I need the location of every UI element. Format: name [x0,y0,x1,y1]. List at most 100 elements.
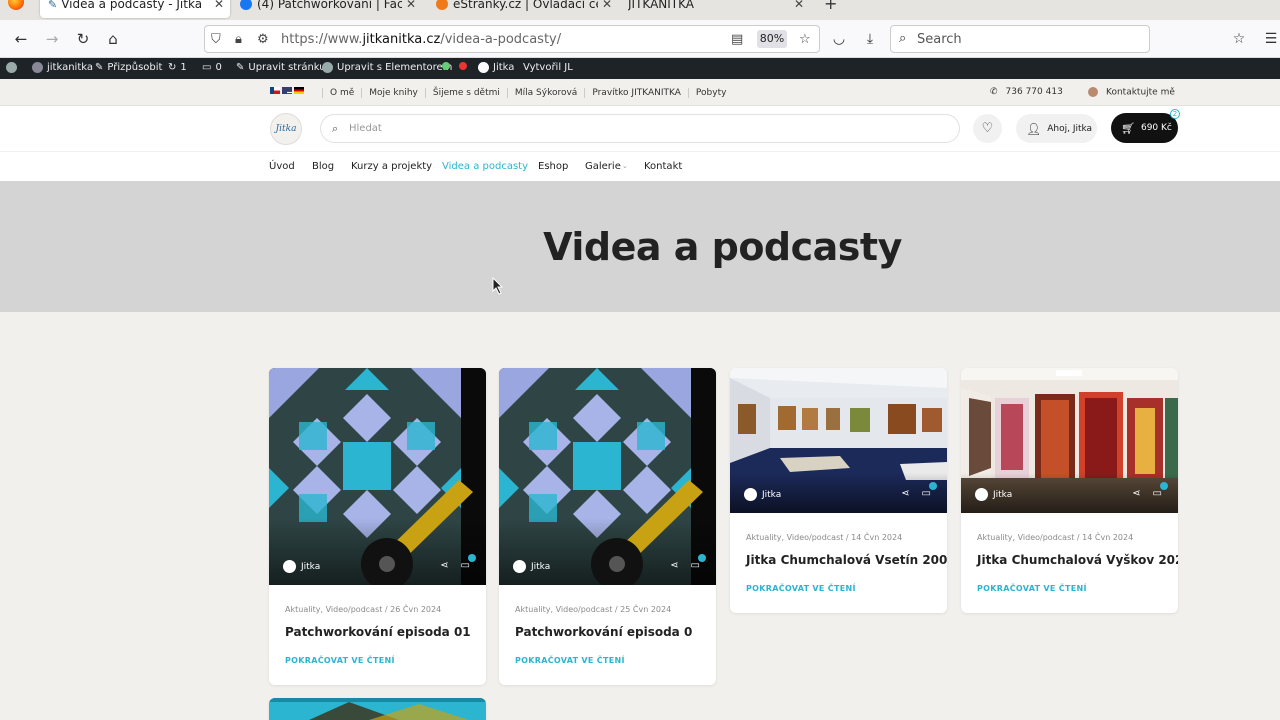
post-author[interactable]: Jitka [283,560,320,573]
site-search-input[interactable]: ⌕ Hledat [320,114,960,143]
wp-created-by[interactable]: Vytvořil JL [523,62,573,73]
post-card[interactable]: Jitka ⋖ ▭ Aktuality, Video/podcast / 26 Č… [269,368,486,685]
menu-item-gallery[interactable]: Galerie [585,161,621,172]
post-title[interactable]: Patchworkování episoda 01 [285,625,471,639]
menu-item-contact[interactable]: Kontakt [644,161,682,172]
new-tab-icon[interactable]: + [824,0,837,13]
extensions-icon[interactable]: ☆ [1230,30,1248,48]
shield-icon[interactable]: ⛉ [211,32,221,47]
avatar [744,488,757,501]
wp-comments-link[interactable]: ▭ 0 [202,62,222,73]
wp-customize-link[interactable]: ✎ Přizpůsobit [95,62,162,73]
bookmark-star-icon[interactable]: ☆ [799,32,811,47]
post-card[interactable]: Jitka ⋖ ▭ Aktuality, Video/podcast / 25 Č… [499,368,716,685]
post-author[interactable]: Jitka [975,488,1012,501]
browser-tab-active[interactable]: ✎ Videa a podcasty - Jitkan ✕ [40,0,230,18]
lock-icon[interactable]: 🔒︎ [235,32,242,47]
url-text[interactable]: https://www.jitkanitka.cz/videa-a-podcas… [281,32,561,47]
share-icon[interactable]: ⋖ [1132,488,1140,499]
post-title[interactable]: Jitka Chumchalová Vyškov 2023 [977,553,1178,567]
home-icon[interactable]: ⌂ [104,30,122,48]
wp-elementor-link[interactable]: Upravit s Elementorem [322,62,452,73]
post-card-partial[interactable] [269,698,486,720]
url-bar[interactable]: ⛉ 🔒︎ ⚙ https://www.jitkanitka.cz/videa-a… [204,25,820,53]
back-arrow-icon[interactable]: ← [12,30,30,48]
zoom-level[interactable]: 80% [757,30,787,48]
comment-icon[interactable]: ▭ [922,482,937,499]
close-tab-icon[interactable]: ✕ [602,0,612,11]
top-link-stays[interactable]: Pobyty [687,88,734,98]
share-icon[interactable]: ⋖ [440,560,448,571]
browser-tab[interactable]: JITKANITKA ✕ [620,0,810,18]
pocket-icon[interactable]: ◡ [830,30,848,48]
wp-record-dot[interactable] [459,62,467,70]
avatar [283,560,296,573]
top-link-about[interactable]: O mě [322,88,361,98]
account-button[interactable]: 👤︎ Ahoj, Jitka [1016,114,1097,143]
wordpress-logo-icon[interactable] [6,62,17,73]
read-more-link[interactable]: POKRAČOVAT VE ČTENÍ [285,656,395,665]
browser-tab[interactable]: eStránky.cz | Ovládací ce ✕ [428,0,618,18]
share-icon[interactable]: ⋖ [670,560,678,571]
share-icon[interactable]: ⋖ [901,488,909,499]
comment-icon[interactable]: ▭ [691,554,706,571]
close-tab-icon[interactable]: ✕ [794,0,804,11]
post-title[interactable]: Jitka Chumchalová Vsetín 2009 [746,553,947,567]
comment-icon[interactable]: ▭ [1153,482,1168,499]
browser-tab[interactable]: (4) Patchworkování | Fac ✕ [232,0,422,18]
post-thumbnail-partial[interactable] [269,698,486,720]
avatar-icon [478,62,489,73]
post-title[interactable]: Patchworkování episoda 0 [515,625,692,639]
read-more-link[interactable]: POKRAČOVAT VE ČTENÍ [977,584,1087,593]
wp-updates-link[interactable]: ↻ 1 [168,62,187,73]
reload-icon[interactable]: ↻ [74,30,92,48]
menu-icon[interactable]: ☰ [1262,30,1280,48]
top-link-mila[interactable]: Míla Sýkorová [506,88,584,98]
cart-button[interactable]: 🛒︎ 690 Kč 2 [1111,109,1180,143]
menu-item-eshop[interactable]: Eshop [538,161,568,172]
post-thumbnail-quilt[interactable] [269,368,486,585]
post-card[interactable]: Jitka ⋖ ▭ Aktuality, Video/podcast / 14 Č… [730,368,947,613]
flag-cz-icon[interactable] [270,87,280,94]
top-link-kids[interactable]: Šijeme s dětmi [424,88,507,98]
wp-user-link[interactable]: Jitka [478,62,514,73]
search-icon: ⌕ [899,31,907,46]
comment-icon[interactable]: ▭ [461,554,476,571]
site-logo[interactable]: Jitka [270,113,302,145]
flag-us-icon[interactable] [282,87,292,94]
firefox-icon[interactable] [8,0,24,10]
post-thumbnail-quilt[interactable] [499,368,716,585]
wishlist-heart-icon[interactable]: ♡ [973,114,1002,143]
wp-elementor-label: Upravit s Elementorem [337,62,453,73]
post-card[interactable]: Jitka ⋖ ▭ Aktuality, Video/podcast / 14 Č… [961,368,1178,613]
read-more-link[interactable]: POKRAČOVAT VE ČTENÍ [746,584,856,593]
menu-item-blog[interactable]: Blog [312,161,334,172]
menu-item-uvod[interactable]: Úvod [269,161,295,172]
url-path: /videa-a-podcasty/ [440,32,562,47]
flag-de-icon[interactable] [294,87,304,94]
post-author[interactable]: Jitka [513,560,550,573]
top-link-books[interactable]: Moje knihy [361,88,425,98]
author-name: Jitka [301,561,321,572]
forward-arrow-icon[interactable]: → [43,30,61,48]
wp-status-dots[interactable] [442,62,450,70]
read-more-link[interactable]: POKRAČOVAT VE ČTENÍ [515,656,625,665]
menu-item-courses[interactable]: Kurzy a projekty [351,161,432,172]
tab-title: Videa a podcasty - Jitkan [61,0,202,11]
permissions-icon[interactable]: ⚙ [257,32,269,47]
top-link-ruler[interactable]: Pravítko JITKANITKA [584,88,688,98]
contact-link[interactable]: Kontaktujte mě [1088,87,1175,98]
reader-view-icon[interactable]: ▤ [731,32,743,47]
wp-comments-count: 0 [215,62,222,73]
post-author[interactable]: Jitka [744,488,781,501]
phone-link[interactable]: ✆ 736 770 413 [990,87,1063,97]
download-icon[interactable]: ⤓ [861,30,879,48]
wp-edit-page-link[interactable]: ✎ Upravit stránku [236,62,326,73]
tab-title: eStránky.cz | Ovládací ce [453,0,598,11]
site-header: Jitka ⌕ Hledat ♡ 👤︎ Ahoj, Jitka 🛒︎ 690 K… [0,106,1280,151]
close-tab-icon[interactable]: ✕ [214,0,224,11]
wp-admin-bar: jitkanitka ✎ Přizpůsobit ↻ 1 ▭ 0 ✎ Upravit s… [0,58,1280,79]
close-tab-icon[interactable]: ✕ [406,0,416,11]
browser-search-box[interactable]: ⌕ Search [890,25,1150,53]
wp-site-link[interactable]: jitkanitka [32,62,93,73]
